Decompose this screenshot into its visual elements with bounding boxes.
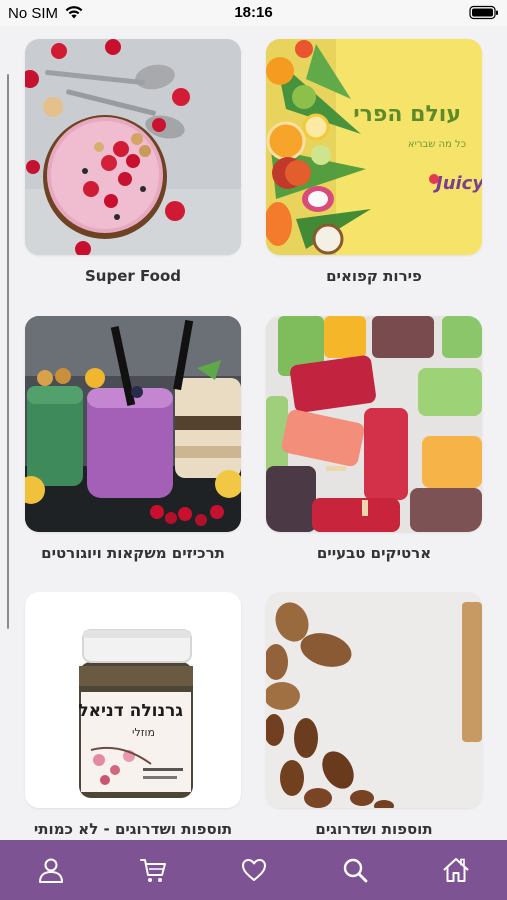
tab-bar xyxy=(0,840,507,900)
category-label[interactable]: ארטיקים טבעיים xyxy=(266,544,482,562)
category-tile-super-food[interactable]: Super Food xyxy=(25,39,241,285)
category-image[interactable] xyxy=(266,316,482,532)
brand-logo-juicy: Juicy xyxy=(433,173,482,194)
tab-profile[interactable] xyxy=(35,854,67,886)
category-grid: עולם הפרי כל מה שבריא Juicy פירות קפואים xyxy=(0,26,507,840)
category-image[interactable] xyxy=(25,316,241,532)
category-label[interactable]: Super Food xyxy=(25,267,241,285)
category-image[interactable]: עולם הפרי כל מה שבריא Juicy xyxy=(266,39,482,255)
category-image[interactable]: גרנולה דניאל מוזלי xyxy=(25,592,241,808)
clock: 18:16 xyxy=(234,4,273,21)
category-tile-concentrates[interactable]: תרכיזים משקאות ויוגורטים xyxy=(25,316,241,562)
search-icon xyxy=(343,858,368,883)
category-tile-frozen-fruits[interactable]: עולם הפרי כל מה שבריא Juicy פירות קפואים xyxy=(266,39,482,285)
brand-logo-title: עולם הפרי xyxy=(353,102,461,127)
category-tile-addons[interactable]: תוספות ושדרוגים xyxy=(266,592,482,838)
category-label[interactable]: תוספות ושדרוגים - לא כמותי xyxy=(25,820,241,838)
category-label[interactable]: פירות קפואים xyxy=(266,267,482,285)
tab-cart[interactable] xyxy=(137,854,169,886)
jar-label-subtitle: מוזלי xyxy=(132,726,155,739)
status-bar: No SIM 18:16 xyxy=(0,0,507,26)
profile-icon xyxy=(39,858,63,883)
category-image[interactable] xyxy=(25,39,241,255)
battery-icon xyxy=(469,5,498,20)
heart-icon xyxy=(242,859,266,881)
category-tile-natural-popsicles[interactable]: ארטיקים טבעיים xyxy=(266,316,482,562)
tab-home[interactable] xyxy=(440,854,472,886)
tab-favorites[interactable] xyxy=(238,854,270,886)
tab-search[interactable] xyxy=(339,854,371,886)
scroll-indicator[interactable] xyxy=(7,74,9,629)
home-icon xyxy=(443,858,469,882)
category-image[interactable] xyxy=(266,592,482,808)
category-label[interactable]: תוספות ושדרוגים xyxy=(266,820,482,838)
category-label[interactable]: תרכיזים משקאות ויוגורטים xyxy=(25,544,241,562)
category-tile-addons-non-quantity[interactable]: גרנולה דניאל מוזלי תוספות ושדרוגים - לא … xyxy=(25,592,241,838)
brand-logo-tagline: כל מה שבריא xyxy=(408,139,466,150)
jar-label-title: גרנולה דניאל xyxy=(78,701,183,721)
cart-icon xyxy=(140,859,166,882)
